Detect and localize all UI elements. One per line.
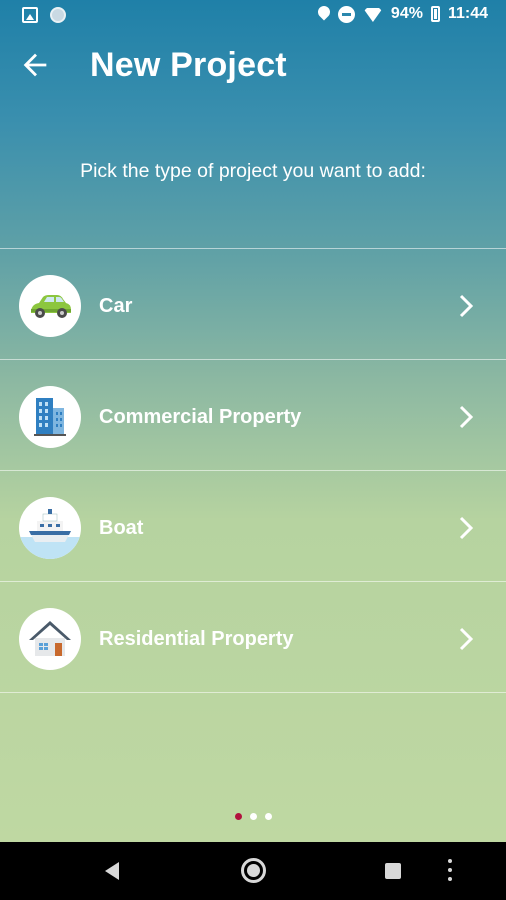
page-title: New Project [90,46,287,84]
chevron-right-icon [459,627,474,651]
system-nav-bar [0,842,506,900]
project-type-car[interactable]: Car [0,249,506,360]
status-bar: 94% 11:44 [0,0,506,32]
screen: 94% 11:44 New Project Pick the type of p… [0,0,506,842]
office-building-icon [19,386,81,448]
image-icon [22,7,38,23]
chevron-right-icon [459,294,474,318]
back-icon[interactable] [105,862,119,880]
home-icon[interactable] [241,858,266,883]
battery-percent: 94% [390,5,423,22]
row-label: Boat [99,517,144,539]
page-dot [249,813,257,820]
chevron-right-icon [459,516,474,540]
row-label: Residential Property [99,628,294,650]
page-dot-active [234,813,242,820]
boat-icon [19,497,81,559]
row-label: Commercial Property [99,406,302,428]
page-indicator [0,813,506,820]
do-not-disturb-icon [337,5,355,23]
project-type-residential-property[interactable]: Residential Property [0,582,506,693]
battery-icon [430,6,440,22]
page-dot [264,813,272,820]
circle-icon [50,7,66,23]
clock: 11:44 [447,5,488,22]
row-label: Car [99,295,133,317]
project-type-boat[interactable]: Boat [0,471,506,582]
car-icon [19,275,81,337]
location-pin-icon [318,6,330,22]
prompt-text: Pick the type of project you want to add… [80,160,426,182]
recent-apps-icon[interactable] [385,863,401,879]
project-type-list: Car Commercial Property Boat Residential… [0,248,506,693]
project-type-commercial-property[interactable]: Commercial Property [0,360,506,471]
wifi-icon [363,6,383,22]
chevron-right-icon [459,405,474,429]
menu-icon[interactable] [448,859,452,883]
arrow-left-icon [23,53,47,77]
app-bar: New Project [0,32,506,104]
back-button[interactable] [18,48,52,82]
house-icon [19,608,81,670]
